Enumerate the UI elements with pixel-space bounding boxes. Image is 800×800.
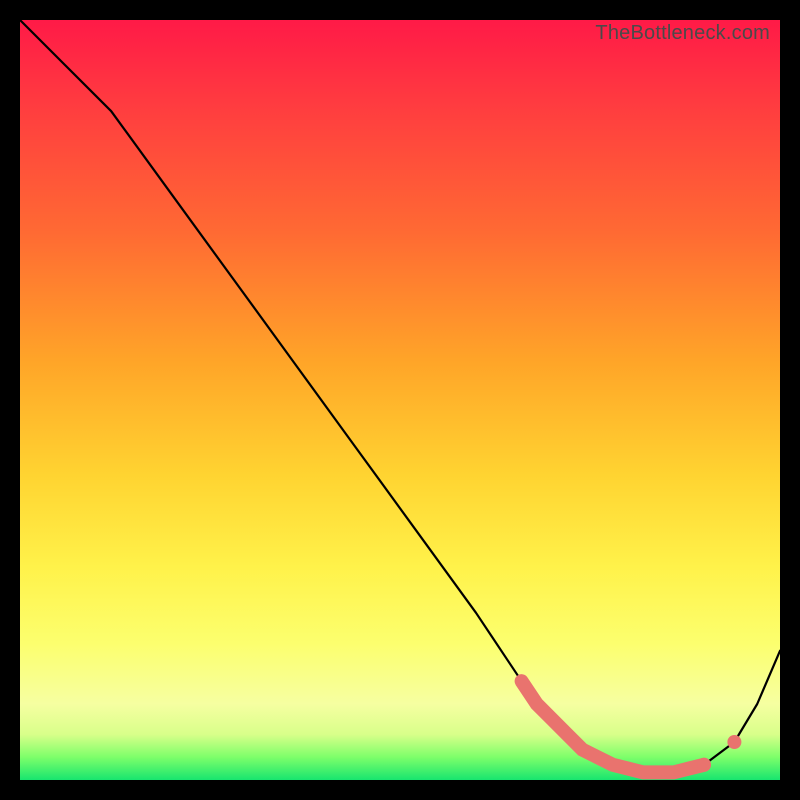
plot-area: TheBottleneck.com [20, 20, 780, 780]
bottleneck-curve [20, 20, 780, 772]
curve-svg [20, 20, 780, 780]
chart-frame: TheBottleneck.com [0, 0, 800, 800]
sweet-spot-dots [522, 681, 742, 772]
